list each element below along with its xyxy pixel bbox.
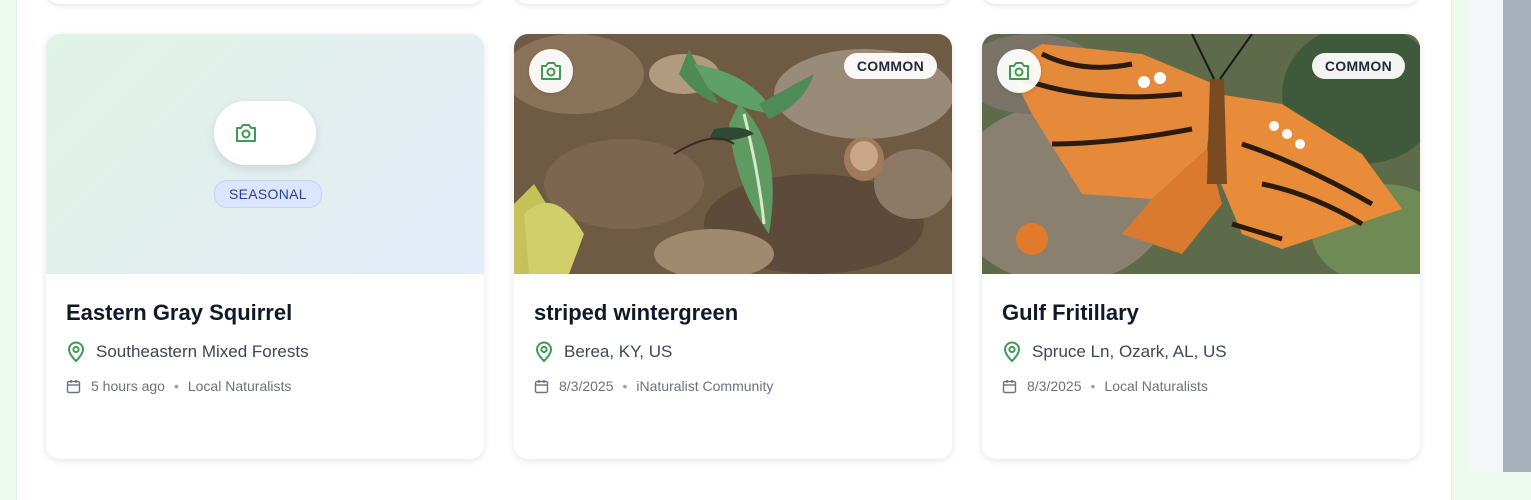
map-pin-icon [1002, 341, 1022, 363]
observation-source: iNaturalist Community [636, 378, 774, 394]
rarity-badge: COMMON [1311, 53, 1405, 79]
meta-separator: • [622, 378, 628, 394]
location-text: Southeastern Mixed Forests [96, 342, 309, 361]
calendar-icon [66, 379, 81, 394]
location-row: Southeastern Mixed Forests [66, 340, 464, 364]
camera-icon [1007, 60, 1031, 82]
photo-placeholder-button[interactable] [214, 101, 316, 165]
location-text: Spruce Ln, Ozark, AL, US [1032, 342, 1227, 361]
observation-date: 5 hours ago [91, 378, 165, 394]
card-image-placeholder: SEASONAL [46, 34, 484, 274]
card-title[interactable]: Eastern Gray Squirrel [66, 298, 464, 328]
camera-icon [539, 60, 563, 82]
observation-card[interactable]: COMMON Gulf Fritillary Spruce Ln, Ozark,… [982, 34, 1420, 459]
meta-row: 5 hours ago • Local Naturalists [66, 376, 464, 396]
camera-icon [234, 122, 258, 144]
previous-card-bottom[interactable] [46, 0, 484, 4]
meta-row: 8/3/2025 • Local Naturalists [1002, 376, 1400, 396]
observation-source: Local Naturalists [187, 378, 292, 394]
calendar-icon [534, 379, 549, 394]
observation-card[interactable]: COMMON striped wintergreen Berea, KY, US… [514, 34, 952, 459]
observation-photo[interactable]: COMMON [982, 34, 1420, 274]
card-title[interactable]: Gulf Fritillary [1002, 298, 1400, 328]
observation-card[interactable]: SEASONAL Eastern Gray Squirrel Southeast… [46, 34, 484, 459]
previous-card-bottom[interactable] [982, 0, 1420, 4]
observation-photo[interactable]: COMMON [514, 34, 952, 274]
meta-row: 8/3/2025 • iNaturalist Community [534, 376, 932, 396]
rarity-badge: COMMON [843, 53, 937, 79]
observation-date: 8/3/2025 [1027, 378, 1082, 394]
rarity-badge: SEASONAL [214, 180, 322, 208]
location-row: Berea, KY, US [534, 340, 932, 364]
observation-date: 8/3/2025 [559, 378, 614, 394]
observation-source: Local Naturalists [1104, 378, 1208, 394]
card-title[interactable]: striped wintergreen [534, 298, 932, 328]
previous-card-bottom[interactable] [514, 0, 952, 4]
map-pin-icon [534, 341, 554, 363]
meta-separator: • [173, 378, 179, 394]
meta-separator: • [1090, 378, 1096, 394]
camera-button[interactable] [529, 49, 573, 93]
camera-button[interactable] [997, 49, 1041, 93]
scrollbar-track[interactable] [1470, 0, 1503, 472]
scrollbar-thumb[interactable] [1503, 0, 1531, 472]
map-pin-icon [66, 341, 86, 363]
location-row: Spruce Ln, Ozark, AL, US [1002, 340, 1400, 364]
calendar-icon [1002, 379, 1017, 394]
location-text: Berea, KY, US [564, 342, 673, 361]
